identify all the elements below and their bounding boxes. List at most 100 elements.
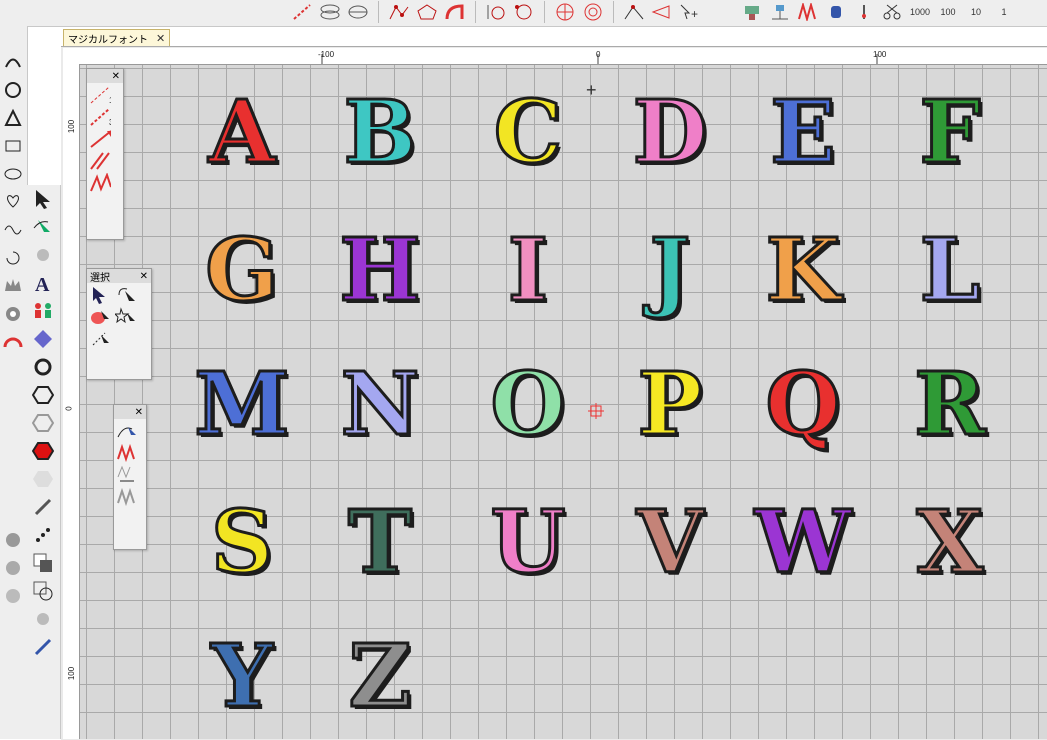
machine-icon[interactable] bbox=[740, 1, 764, 23]
color-select-icon[interactable] bbox=[89, 307, 111, 327]
letter-m[interactable]: M bbox=[192, 355, 292, 455]
hexagon-red-icon[interactable] bbox=[30, 437, 56, 465]
arc2-tool-icon[interactable] bbox=[0, 76, 26, 104]
scale-1-button[interactable]: 1 bbox=[992, 1, 1016, 23]
palette-close-icon[interactable]: ✕ bbox=[112, 71, 120, 82]
letter-c[interactable]: C bbox=[478, 83, 578, 183]
palette-close-icon[interactable]: ✕ bbox=[140, 271, 148, 282]
letter-b[interactable]: B bbox=[330, 83, 430, 183]
letter-n[interactable]: N bbox=[330, 355, 430, 455]
letter-g[interactable]: G bbox=[192, 221, 292, 321]
letter-v[interactable]: V bbox=[620, 493, 720, 593]
bobbin-icon[interactable] bbox=[824, 1, 848, 23]
ellipse-tool-icon[interactable] bbox=[0, 160, 26, 188]
pac2-tool-icon[interactable] bbox=[0, 554, 26, 582]
crown-tool-icon[interactable] bbox=[0, 272, 26, 300]
node-path-icon[interactable] bbox=[387, 1, 411, 23]
run-stitch-1-icon[interactable]: 1 bbox=[89, 85, 111, 105]
globe-tool-icon[interactable] bbox=[30, 241, 56, 269]
satin-stitch-icon[interactable] bbox=[89, 151, 111, 171]
letter-x[interactable]: X bbox=[900, 493, 1000, 593]
letter-k[interactable]: K bbox=[753, 221, 853, 321]
pentagon-nodes-icon[interactable] bbox=[415, 1, 439, 23]
letter-e[interactable]: E bbox=[753, 83, 853, 183]
hexagon-gray-icon[interactable] bbox=[30, 465, 56, 493]
scissors-icon[interactable] bbox=[880, 1, 904, 23]
select-pointer-icon[interactable] bbox=[89, 285, 111, 305]
letter-o[interactable]: O bbox=[478, 355, 578, 455]
wave-tool-icon[interactable] bbox=[0, 216, 26, 244]
document-tab[interactable]: マジカルフォント ✕ bbox=[63, 29, 171, 47]
run-stitch-3-icon[interactable]: 3 bbox=[89, 107, 111, 127]
rectangle-tool-icon[interactable] bbox=[0, 132, 26, 160]
needle-icon[interactable] bbox=[852, 1, 876, 23]
hexagon-outline-icon[interactable] bbox=[30, 409, 56, 437]
spiral-tool-icon[interactable] bbox=[0, 244, 26, 272]
tab-close-icon[interactable]: ✕ bbox=[156, 32, 165, 45]
curve-edit-icon[interactable] bbox=[116, 421, 138, 441]
triangle-tool-icon[interactable] bbox=[0, 104, 26, 132]
letter-u[interactable]: U bbox=[478, 493, 578, 593]
select-arrow-icon[interactable] bbox=[30, 185, 56, 213]
pac-tool-icon[interactable] bbox=[0, 526, 26, 554]
globe2-tool-icon[interactable] bbox=[30, 605, 56, 633]
scale-100-button[interactable]: 100 bbox=[936, 1, 960, 23]
rainbow-tool-icon[interactable] bbox=[0, 328, 26, 356]
letter-l[interactable]: L bbox=[900, 221, 1000, 321]
curve-path-icon[interactable] bbox=[443, 1, 467, 23]
scale-10-button[interactable]: 10 bbox=[964, 1, 988, 23]
arc-tool-icon[interactable] bbox=[0, 48, 26, 76]
dots-tool-icon[interactable] bbox=[30, 521, 56, 549]
design-canvas[interactable]: ABCDEF GHIJKL MNOPQR STUVWX YZ + bbox=[80, 65, 1047, 739]
letter-r[interactable]: R bbox=[900, 355, 1000, 455]
node-arrow-icon[interactable] bbox=[30, 213, 56, 241]
node-edit-icon[interactable] bbox=[622, 1, 646, 23]
letter-a[interactable]: A bbox=[192, 83, 292, 183]
rings-icon[interactable] bbox=[318, 1, 342, 23]
letter-t[interactable]: T bbox=[330, 493, 430, 593]
radial-fill-icon[interactable] bbox=[553, 1, 577, 23]
lasso-select-icon[interactable] bbox=[115, 285, 137, 305]
origin-marker-icon[interactable] bbox=[588, 403, 604, 419]
zigzag-icon[interactable] bbox=[796, 1, 820, 23]
letter-q[interactable]: Q bbox=[753, 355, 853, 455]
bean-stitch-icon[interactable] bbox=[89, 129, 111, 149]
reshape-icon[interactable] bbox=[512, 1, 536, 23]
letter-s[interactable]: S bbox=[192, 493, 292, 593]
sparkle-select-icon[interactable] bbox=[89, 329, 111, 349]
stitch-gray-icon[interactable] bbox=[116, 487, 138, 507]
letter-j[interactable]: J bbox=[620, 221, 720, 321]
palette-close-icon[interactable]: ✕ bbox=[135, 407, 143, 418]
cylinder-icon[interactable] bbox=[346, 1, 370, 23]
stitch-reverse-icon[interactable] bbox=[116, 465, 138, 485]
spiral-fill-icon[interactable] bbox=[581, 1, 605, 23]
pencil-tool-icon[interactable] bbox=[30, 633, 56, 661]
letter-z[interactable]: Z bbox=[330, 627, 430, 727]
fill-color-icon[interactable] bbox=[30, 549, 56, 577]
circle-stroke-icon[interactable] bbox=[30, 353, 56, 381]
line-tool-icon[interactable] bbox=[290, 1, 314, 23]
magic-select-icon[interactable] bbox=[115, 307, 137, 327]
pac3-tool-icon[interactable] bbox=[0, 582, 26, 610]
letter-h[interactable]: H bbox=[330, 221, 430, 321]
split-tool-icon[interactable] bbox=[484, 1, 508, 23]
shapes-tool-icon[interactable] bbox=[0, 188, 26, 216]
people-tool-icon[interactable] bbox=[30, 297, 56, 325]
letter-y[interactable]: Y bbox=[192, 627, 292, 727]
letter-f[interactable]: F bbox=[900, 83, 1000, 183]
hexagon-stroke-icon[interactable] bbox=[30, 381, 56, 409]
zigzag-edit-icon[interactable] bbox=[116, 443, 138, 463]
letter-i[interactable]: I bbox=[478, 221, 578, 321]
diamond-tool-icon[interactable] bbox=[30, 325, 56, 353]
ruler-corner[interactable] bbox=[63, 48, 87, 65]
zigzag-stitch-icon[interactable] bbox=[89, 173, 111, 193]
direction-icon[interactable] bbox=[650, 1, 674, 23]
line-color-icon[interactable] bbox=[30, 577, 56, 605]
pen-tool-icon[interactable] bbox=[30, 493, 56, 521]
add-node-icon[interactable]: + bbox=[678, 1, 702, 23]
letter-w[interactable]: W bbox=[753, 493, 853, 593]
scale-1000-button[interactable]: 1000 bbox=[908, 1, 932, 23]
target-tool-icon[interactable] bbox=[0, 300, 26, 328]
letter-d[interactable]: D bbox=[620, 83, 720, 183]
network-icon[interactable] bbox=[768, 1, 792, 23]
